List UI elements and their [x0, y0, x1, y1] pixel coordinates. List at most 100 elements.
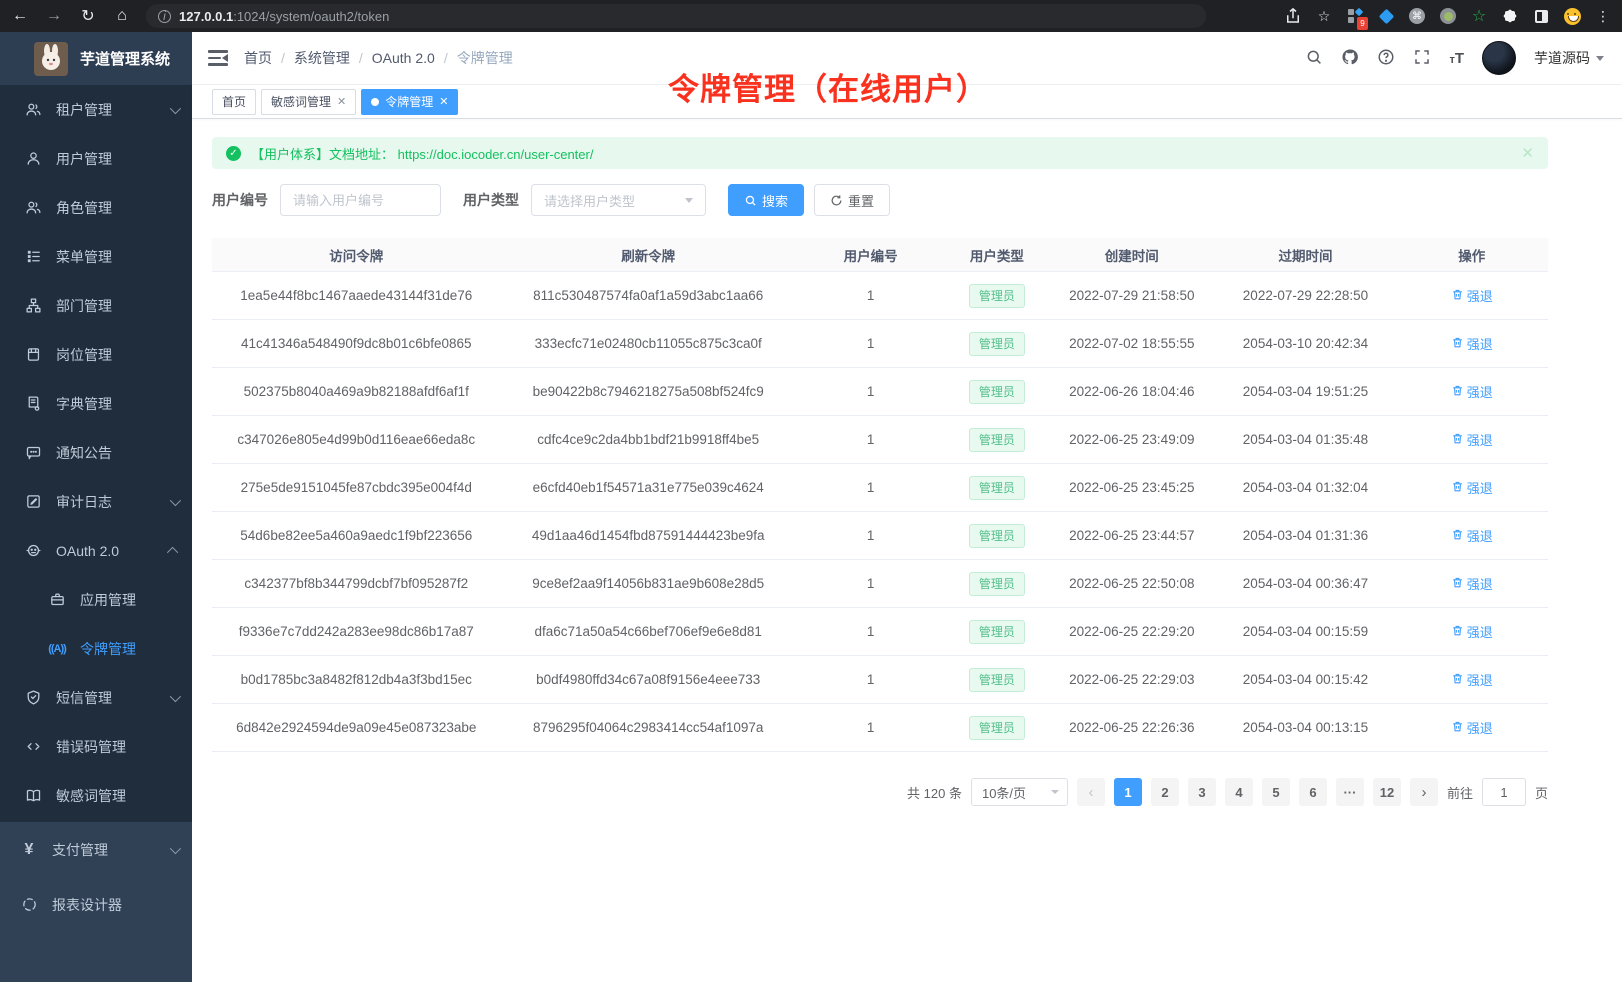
refresh-token-cell: 8796295f04064c2983414cc54af1097a — [501, 720, 796, 735]
page-button-3[interactable]: 3 — [1188, 778, 1216, 806]
close-icon[interactable]: ✕ — [337, 95, 346, 108]
app-logo-bar[interactable]: 芋道管理系统 — [0, 32, 192, 85]
browser-menu-icon[interactable]: ⋮ — [1594, 7, 1612, 25]
force-logout-button[interactable]: 强退 — [1451, 430, 1493, 449]
sidebar-item-9[interactable]: OAuth 2.0 — [0, 526, 192, 575]
sidebar-item-14[interactable]: 敏感词管理 — [0, 771, 192, 820]
expire-time-cell: 2054-03-04 00:13:15 — [1215, 720, 1395, 735]
fullscreen-icon[interactable] — [1413, 48, 1431, 69]
browser-back-icon[interactable]: ← — [10, 7, 30, 25]
notice-icon — [24, 444, 42, 462]
page-button-6[interactable]: 6 — [1299, 778, 1327, 806]
access-token-cell: 6d842e2924594de9a09e45e087323abe — [212, 720, 501, 735]
side-panel-icon[interactable] — [1532, 7, 1550, 25]
font-size-icon[interactable]: тT — [1449, 50, 1464, 67]
browser-home-icon[interactable]: ⌂ — [112, 7, 132, 25]
force-logout-button[interactable]: 强退 — [1451, 382, 1493, 401]
extension-star-icon[interactable]: ☆ — [1470, 7, 1488, 25]
close-icon[interactable]: ✕ — [439, 95, 448, 108]
sidebar-item-12[interactable]: 短信管理 — [0, 673, 192, 722]
extension-pinwheel-icon[interactable] — [1501, 7, 1519, 25]
tab-home[interactable]: 首页 — [212, 89, 256, 115]
search-button[interactable]: 搜索 — [728, 184, 804, 216]
chevron-down-icon — [685, 198, 693, 207]
tab-token-management[interactable]: 令牌管理✕ — [361, 89, 458, 115]
force-logout-button[interactable]: 强退 — [1451, 622, 1493, 641]
extension-diamond-icon[interactable] — [1377, 7, 1395, 25]
page-button-1[interactable]: 1 — [1114, 778, 1142, 806]
page-button-2[interactable]: 2 — [1151, 778, 1179, 806]
extension-record-icon[interactable] — [1439, 7, 1457, 25]
force-logout-button[interactable]: 强退 — [1451, 574, 1493, 593]
user-avatar[interactable] — [1482, 41, 1516, 75]
collapse-sidebar-icon[interactable] — [208, 50, 228, 66]
sidebar-item-1[interactable]: 用户管理 — [0, 134, 192, 183]
sidebar-item-16[interactable]: 报表设计器 — [0, 877, 192, 932]
alert-close-icon[interactable]: ✕ — [1521, 144, 1534, 162]
github-icon[interactable] — [1341, 48, 1359, 69]
user-type-select[interactable]: 请选择用户类型 — [531, 184, 706, 216]
force-logout-button[interactable]: 强退 — [1451, 670, 1493, 689]
share-icon[interactable] — [1284, 7, 1302, 25]
sidebar-item-5[interactable]: 岗位管理 — [0, 330, 192, 379]
sidebar-item-3[interactable]: 菜单管理 — [0, 232, 192, 281]
goto-label: 前往 — [1447, 783, 1473, 802]
sidebar-item-13[interactable]: 错误码管理 — [0, 722, 192, 771]
force-logout-button[interactable]: 强退 — [1451, 526, 1493, 545]
page-button-···[interactable]: ··· — [1336, 778, 1364, 806]
user-id-input[interactable] — [280, 184, 441, 216]
browser-refresh-icon[interactable]: ↻ — [78, 6, 98, 26]
sidebar-item-0[interactable]: 租户管理 — [0, 85, 192, 134]
errcode-icon — [24, 738, 42, 756]
sidebar-item-15[interactable]: ¥支付管理 — [0, 822, 192, 877]
user-type-cell: 管理员 — [945, 428, 1048, 452]
force-logout-button[interactable]: 强退 — [1451, 334, 1493, 353]
force-logout-button[interactable]: 强退 — [1451, 478, 1493, 497]
force-logout-button[interactable]: 强退 — [1451, 286, 1493, 305]
user-menu[interactable]: 芋道源码 — [1534, 48, 1604, 68]
doc-alert: ✓ 【用户体系】文档地址： https://doc.iocoder.cn/use… — [212, 137, 1548, 169]
prev-page-button[interactable]: ‹ — [1077, 778, 1105, 806]
user-type-badge: 管理员 — [969, 284, 1025, 308]
profile-avatar-icon[interactable] — [1563, 7, 1581, 25]
sidebar-item-2[interactable]: 角色管理 — [0, 183, 192, 232]
sidebar-item-11[interactable]: ((A))令牌管理 — [0, 624, 192, 673]
page-button-4[interactable]: 4 — [1225, 778, 1253, 806]
bookmark-star-icon[interactable]: ☆ — [1315, 7, 1333, 25]
address-bar[interactable]: i 127.0.0.1:1024/system/oauth2/token — [146, 4, 1206, 28]
user-type-badge: 管理员 — [969, 332, 1025, 356]
page-button-5[interactable]: 5 — [1262, 778, 1290, 806]
help-icon[interactable] — [1377, 48, 1395, 69]
sidebar-item-4[interactable]: 部门管理 — [0, 281, 192, 330]
sidebar-item-6[interactable]: 字典管理 — [0, 379, 192, 428]
expire-time-cell: 2054-03-04 01:32:04 — [1215, 480, 1395, 495]
sidebar-item-7[interactable]: 通知公告 — [0, 428, 192, 477]
tab-sensitive-words[interactable]: 敏感词管理✕ — [261, 89, 356, 115]
breadcrumb-home[interactable]: 首页 — [244, 48, 272, 68]
user-type-label: 用户类型 — [463, 190, 519, 210]
site-info-icon[interactable]: i — [158, 10, 171, 23]
sidebar-item-10[interactable]: 应用管理 — [0, 575, 192, 624]
goto-page-input[interactable] — [1482, 778, 1526, 806]
extension-command-icon[interactable]: ⌘ — [1408, 7, 1426, 25]
app-title: 芋道管理系统 — [80, 48, 170, 69]
breadcrumb-oauth[interactable]: OAuth 2.0 — [372, 50, 435, 66]
page-button-12[interactable]: 12 — [1373, 778, 1401, 806]
sidebar-item-8[interactable]: 审计日志 — [0, 477, 192, 526]
access-token-cell: b0d1785bc3a8482f812db4a3f3bd15ec — [212, 672, 501, 687]
access-token-cell: 275e5de9151045fe87cbdc395e004f4d — [212, 480, 501, 495]
reset-button[interactable]: 重置 — [814, 184, 890, 216]
browser-forward-icon[interactable]: → — [44, 7, 64, 25]
sidebar-item-label: 敏感词管理 — [56, 786, 178, 806]
page-size-select[interactable]: 10条/页 — [971, 778, 1068, 806]
sidebar-item-label: 用户管理 — [56, 149, 178, 169]
doc-link[interactable]: https://doc.iocoder.cn/user-center/ — [398, 147, 594, 162]
force-logout-button[interactable]: 强退 — [1451, 718, 1493, 737]
search-icon[interactable] — [1305, 48, 1323, 69]
breadcrumb-system[interactable]: 系统管理 — [294, 48, 350, 68]
next-page-button[interactable]: › — [1410, 778, 1438, 806]
refresh-token-cell: e6cfd40eb1f54571a31e775e039c4624 — [501, 480, 796, 495]
extension-grid-icon[interactable]: 9 — [1346, 7, 1364, 25]
user-id-cell: 1 — [796, 720, 946, 735]
sidebar-item-label: 短信管理 — [56, 688, 170, 708]
